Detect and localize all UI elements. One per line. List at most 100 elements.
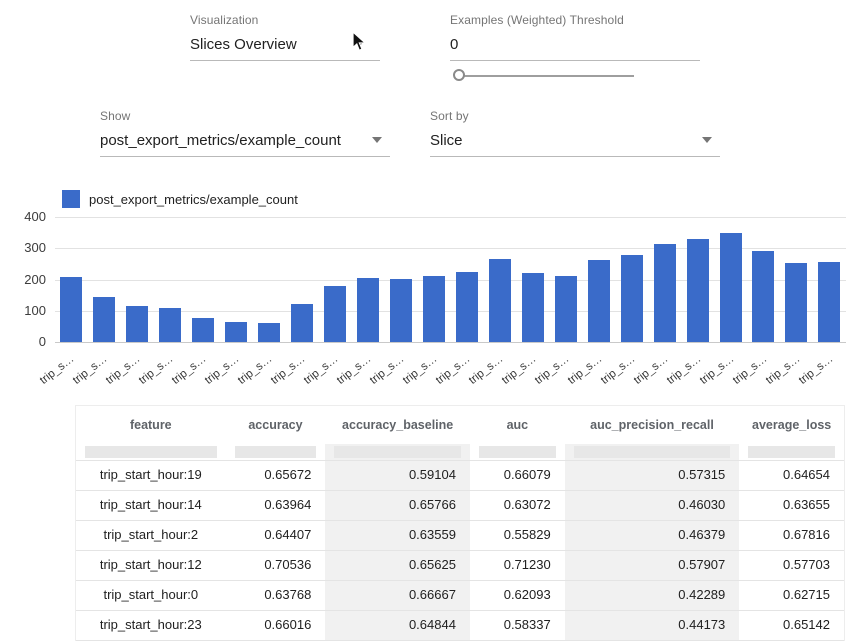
bar[interactable] [588, 260, 610, 342]
table-cell: trip_start_hour:19 [76, 461, 226, 490]
y-axis-tick-label: 200 [0, 272, 46, 287]
threshold-slider-track[interactable] [456, 75, 634, 77]
sort-by-control: Sort by Slice [430, 109, 720, 157]
bar[interactable] [93, 297, 115, 342]
filter-cell [76, 444, 226, 460]
bar-slot [187, 217, 220, 342]
threshold-slider[interactable] [452, 68, 634, 84]
y-axis-tick-label: 300 [0, 240, 46, 255]
table-row[interactable]: trip_start_hour:20.644070.635590.558290.… [76, 520, 844, 550]
bar-slot [352, 217, 385, 342]
bar-slot [747, 217, 780, 342]
table-cell: 0.63072 [470, 491, 565, 520]
bar-slot [615, 217, 648, 342]
table-body: trip_start_hour:190.656720.591040.660790… [76, 460, 844, 641]
example-count-bar-chart: 0100200300400 trip_s…trip_s…trip_s…trip_… [0, 210, 863, 402]
sort-by-dropdown[interactable]: Slice [430, 130, 720, 157]
bar[interactable] [818, 262, 840, 342]
bar[interactable] [785, 263, 807, 342]
bar-slot [385, 217, 418, 342]
bar[interactable] [390, 279, 412, 342]
chevron-down-icon [702, 137, 712, 143]
bar[interactable] [489, 259, 511, 342]
table-cell: 0.65625 [325, 551, 470, 580]
table-row[interactable]: trip_start_hour:120.705360.656250.712300… [76, 550, 844, 580]
bar[interactable] [423, 276, 445, 342]
bar[interactable] [258, 323, 280, 342]
sort-by-label: Sort by [430, 109, 720, 123]
column-header-auc_precision_recall[interactable]: auc_precision_recall [565, 406, 740, 444]
bar[interactable] [126, 306, 148, 342]
bar[interactable] [357, 278, 379, 342]
bar-slot [648, 217, 681, 342]
bar[interactable] [522, 273, 544, 342]
table-filter-row [76, 444, 844, 460]
bar[interactable] [654, 244, 676, 342]
threshold-input[interactable]: 0 [450, 34, 700, 61]
show-dropdown[interactable]: post_export_metrics/example_count [100, 130, 390, 157]
x-axis: trip_s…trip_s…trip_s…trip_s…trip_s…trip_… [0, 347, 863, 402]
table-cell: 0.63655 [739, 491, 844, 520]
bar[interactable] [225, 322, 247, 342]
visualization-dropdown-value: Slices Overview [190, 36, 297, 53]
bar-slot [286, 217, 319, 342]
column-filter-input[interactable] [85, 446, 217, 458]
threshold-label: Examples (Weighted) Threshold [450, 13, 700, 27]
filter-cell [565, 444, 740, 460]
bar[interactable] [291, 304, 313, 342]
bar-slot [483, 217, 516, 342]
legend-series-label: post_export_metrics/example_count [89, 192, 298, 207]
table-cell: 0.63768 [226, 581, 326, 610]
bar[interactable] [456, 272, 478, 342]
bar[interactable] [60, 277, 82, 342]
bar[interactable] [555, 276, 577, 342]
table-header-row: featureaccuracyaccuracy_baselineaucauc_p… [76, 406, 844, 444]
column-filter-input[interactable] [748, 446, 835, 458]
threshold-control: Examples (Weighted) Threshold 0 [450, 13, 700, 61]
table-cell: 0.70536 [226, 551, 326, 580]
bar-slot [319, 217, 352, 342]
table-cell: 0.66667 [325, 581, 470, 610]
table-row[interactable]: trip_start_hour:140.639640.657660.630720… [76, 490, 844, 520]
sort-by-dropdown-value: Slice [430, 132, 463, 149]
column-header-feature[interactable]: feature [76, 406, 226, 444]
bar[interactable] [621, 255, 643, 342]
table-cell: 0.67816 [739, 521, 844, 550]
table-cell: 0.57907 [565, 551, 740, 580]
column-filter-input[interactable] [235, 446, 317, 458]
table-cell: 0.59104 [325, 461, 470, 490]
table-cell: trip_start_hour:12 [76, 551, 226, 580]
slices-overview-app: Visualization Slices Overview Examples (… [0, 0, 863, 626]
y-axis-tick-label: 100 [0, 303, 46, 318]
column-header-accuracy_baseline[interactable]: accuracy_baseline [325, 406, 470, 444]
bar[interactable] [192, 318, 214, 342]
bar[interactable] [324, 286, 346, 342]
table-cell: 0.66079 [470, 461, 565, 490]
column-header-average_loss[interactable]: average_loss [739, 406, 844, 444]
column-filter-input[interactable] [479, 446, 556, 458]
column-filter-input[interactable] [574, 446, 731, 458]
bar-slot [253, 217, 286, 342]
bar-slot [681, 217, 714, 342]
visualization-label: Visualization [190, 13, 380, 27]
table-cell: 0.63559 [325, 521, 470, 550]
column-filter-input[interactable] [334, 446, 461, 458]
bar[interactable] [159, 308, 181, 342]
bar[interactable] [752, 251, 774, 342]
table-cell: 0.64407 [226, 521, 326, 550]
table-row[interactable]: trip_start_hour:190.656720.591040.660790… [76, 460, 844, 490]
mouse-cursor [352, 31, 368, 53]
table-cell: 0.62093 [470, 581, 565, 610]
bar-slot [55, 217, 88, 342]
gridline [55, 342, 846, 343]
column-header-accuracy[interactable]: accuracy [226, 406, 326, 444]
table-row[interactable]: trip_start_hour:00.637680.666670.620930.… [76, 580, 844, 610]
bar-slot [450, 217, 483, 342]
table-cell: 0.71230 [470, 551, 565, 580]
table-cell: 0.57703 [739, 551, 844, 580]
column-header-auc[interactable]: auc [470, 406, 565, 444]
threshold-slider-thumb[interactable] [453, 69, 465, 81]
slice-metrics-table: featureaccuracyaccuracy_baselineaucauc_p… [75, 405, 845, 641]
bar[interactable] [687, 239, 709, 342]
bar[interactable] [720, 233, 742, 342]
